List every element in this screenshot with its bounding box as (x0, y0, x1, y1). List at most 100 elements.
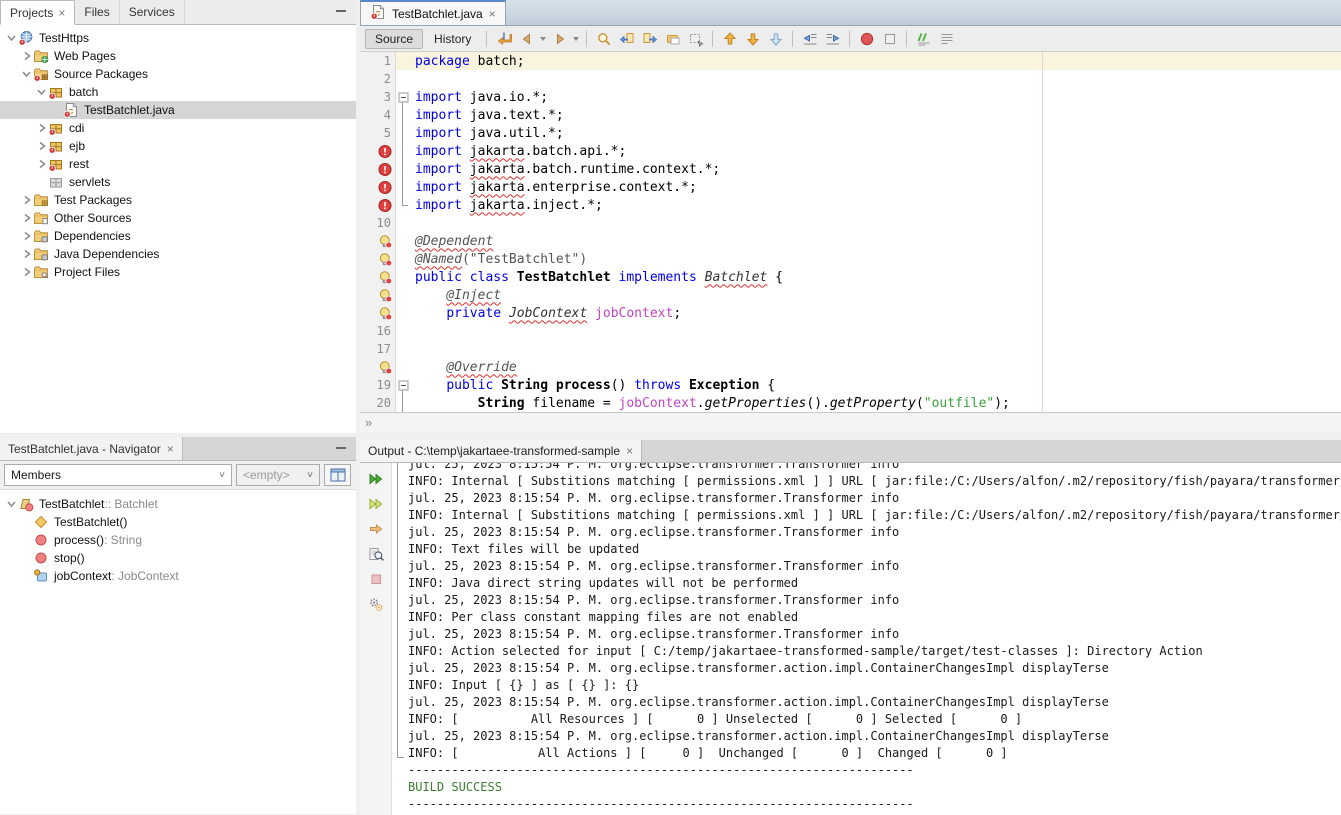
code-line-19[interactable]: 19 public String process() throws Except… (360, 376, 1341, 394)
code-line-6[interactable]: import jakarta.batch.api.*; (360, 142, 1341, 160)
projects-tree-item-servlets[interactable]: servlets (0, 173, 356, 191)
minimize-icon[interactable] (336, 446, 346, 449)
options-button[interactable] (365, 593, 387, 614)
close-icon[interactable]: × (167, 443, 174, 455)
code-line-9[interactable]: import jakarta.inject.*; (360, 196, 1341, 214)
caret-dropdown-icon[interactable] (539, 29, 547, 49)
code-line-14[interactable]: @Inject (360, 286, 1341, 304)
find-prev-button[interactable] (616, 29, 637, 49)
inherited-members-button[interactable] (324, 464, 351, 486)
projects-tree-item-source-packages[interactable]: Source Packages (0, 65, 356, 83)
uncomment-button[interactable] (936, 29, 957, 49)
projects-tree-item-testbatchlet-java[interactable]: TestBatchlet.java (0, 101, 356, 119)
shift-left-button[interactable] (799, 29, 820, 49)
history-view-button[interactable]: History (425, 30, 480, 48)
stop-macro-button[interactable] (879, 29, 900, 49)
chevron-closed-icon[interactable] (19, 193, 33, 207)
code-line-3[interactable]: 3import java.io.*; (360, 88, 1341, 106)
chevron-closed-icon[interactable] (19, 265, 33, 279)
projects-tree-item-rest[interactable]: rest (0, 155, 356, 173)
code-line-5[interactable]: 5import java.util.*; (360, 124, 1341, 142)
projects-tree-item-dependencies[interactable]: Dependencies (0, 227, 356, 245)
rect-select-button[interactable] (685, 29, 706, 49)
code-line-17[interactable]: 17 (360, 340, 1341, 358)
back-button[interactable] (516, 29, 537, 49)
record-macro-button[interactable] (856, 29, 877, 49)
shift-right-button[interactable] (822, 29, 843, 49)
projects-tree-item-testhttps[interactable]: TestHttps (0, 29, 356, 47)
breadcrumb-bar[interactable]: » (360, 412, 1341, 432)
tab-editor-testbatchlet[interactable]: TestBatchlet.java × (360, 0, 506, 25)
code-editor[interactable]: 1package batch;23import java.io.*;4impor… (360, 52, 1341, 412)
chevron-closed-icon[interactable] (19, 211, 33, 225)
stop-output-button[interactable] (365, 568, 387, 589)
projects-tree-item-batch[interactable]: batch (0, 83, 356, 101)
code-line-8[interactable]: import jakarta.enterprise.context.*; (360, 178, 1341, 196)
run-arrow-button[interactable] (365, 518, 387, 539)
source-view-button[interactable]: Source (365, 29, 423, 49)
chevron-closed-icon[interactable] (19, 229, 33, 243)
navigator-tree-item-testbatchlet[interactable]: TestBatchlet :: Batchlet (0, 495, 356, 513)
code-line-20[interactable]: 20 String filename = jobContext.getPrope… (360, 394, 1341, 412)
navigator-tree-item-stop[interactable]: stop() (0, 549, 356, 567)
forward-button[interactable] (549, 29, 570, 49)
code-line-16[interactable]: 16 (360, 322, 1341, 340)
chevron-closed-icon[interactable] (34, 121, 48, 135)
code-line-15[interactable]: private JobContext jobContext; (360, 304, 1341, 322)
tree-item-label: Web Pages (50, 49, 116, 63)
projects-tree-item-test-packages[interactable]: Test Packages (0, 191, 356, 209)
code-line-13[interactable]: public class TestBatchlet implements Bat… (360, 268, 1341, 286)
code-line-1[interactable]: 1package batch; (360, 52, 1341, 70)
rerun-button[interactable] (365, 468, 387, 489)
code-line-10[interactable]: 10 (360, 214, 1341, 232)
chevron-closed-icon[interactable] (19, 49, 33, 63)
rerun-diff-button[interactable] (365, 493, 387, 514)
projects-tree-item-web-pages[interactable]: Web Pages (0, 47, 356, 65)
chevron-open-icon[interactable] (34, 85, 48, 99)
find-output-button[interactable] (365, 543, 387, 564)
expand-chevron-icon[interactable]: » (365, 415, 372, 430)
bookmark-down-button[interactable] (742, 29, 763, 49)
code-line-7[interactable]: import jakarta.batch.runtime.context.*; (360, 160, 1341, 178)
code-line-2[interactable]: 2 (360, 70, 1341, 88)
projects-tree-item-other-sources[interactable]: Other Sources (0, 209, 356, 227)
tab-navigator[interactable]: TestBatchlet.java - Navigator × (0, 437, 183, 460)
code-line-11[interactable]: @Dependent (360, 232, 1341, 250)
chevron-closed-icon[interactable] (34, 139, 48, 153)
last-edit-button[interactable] (493, 29, 514, 49)
close-icon[interactable]: × (489, 8, 496, 20)
tab-output[interactable]: Output - C:\temp\jakartaee-transformed-s… (360, 440, 642, 462)
tab-services[interactable]: Services (120, 0, 185, 24)
projects-tree-item-project-files[interactable]: Project Files (0, 263, 356, 281)
code-line-4[interactable]: 4import java.text.*; (360, 106, 1341, 124)
filter-combobox[interactable]: <empty> ˅ (236, 464, 320, 486)
projects-tree-item-java-dependencies[interactable]: Java Dependencies (0, 245, 356, 263)
code-line-18[interactable]: @Override (360, 358, 1341, 376)
chevron-open-icon[interactable] (4, 497, 18, 511)
bookmark-up-button[interactable] (719, 29, 740, 49)
tab-projects[interactable]: Projects × (0, 0, 75, 25)
projects-tree-item-cdi[interactable]: cdi (0, 119, 356, 137)
navigator-tree-item-jobcontext[interactable]: jobContext : JobContext (0, 567, 356, 585)
find-next-button[interactable] (639, 29, 660, 49)
tab-files[interactable]: Files (75, 0, 119, 24)
bookmark-toggle-button[interactable] (765, 29, 786, 49)
projects-tree-item-ejb[interactable]: ejb (0, 137, 356, 155)
chevron-closed-icon[interactable] (19, 247, 33, 261)
members-combobox[interactable]: Members ˅ (4, 464, 232, 486)
close-icon[interactable]: × (58, 7, 65, 19)
highlight-button[interactable] (662, 29, 683, 49)
chevron-open-icon[interactable] (4, 31, 18, 45)
navigator-tree-item-process[interactable]: process() : String (0, 531, 356, 549)
close-icon[interactable]: × (626, 445, 633, 457)
comment-button[interactable] (913, 29, 934, 49)
caret-dropdown-icon[interactable] (572, 29, 580, 49)
find-button[interactable] (593, 29, 614, 49)
navigator-tree-item-testbatchlet[interactable]: TestBatchlet() (0, 513, 356, 531)
splitter[interactable] (360, 432, 1341, 440)
output-console[interactable]: jul. 25, 2023 8:15:54 P. M. org.eclipse.… (392, 463, 1341, 815)
chevron-closed-icon[interactable] (34, 157, 48, 171)
chevron-open-icon[interactable] (19, 67, 33, 81)
code-line-12[interactable]: @Named("TestBatchlet") (360, 250, 1341, 268)
minimize-icon[interactable] (336, 9, 346, 12)
